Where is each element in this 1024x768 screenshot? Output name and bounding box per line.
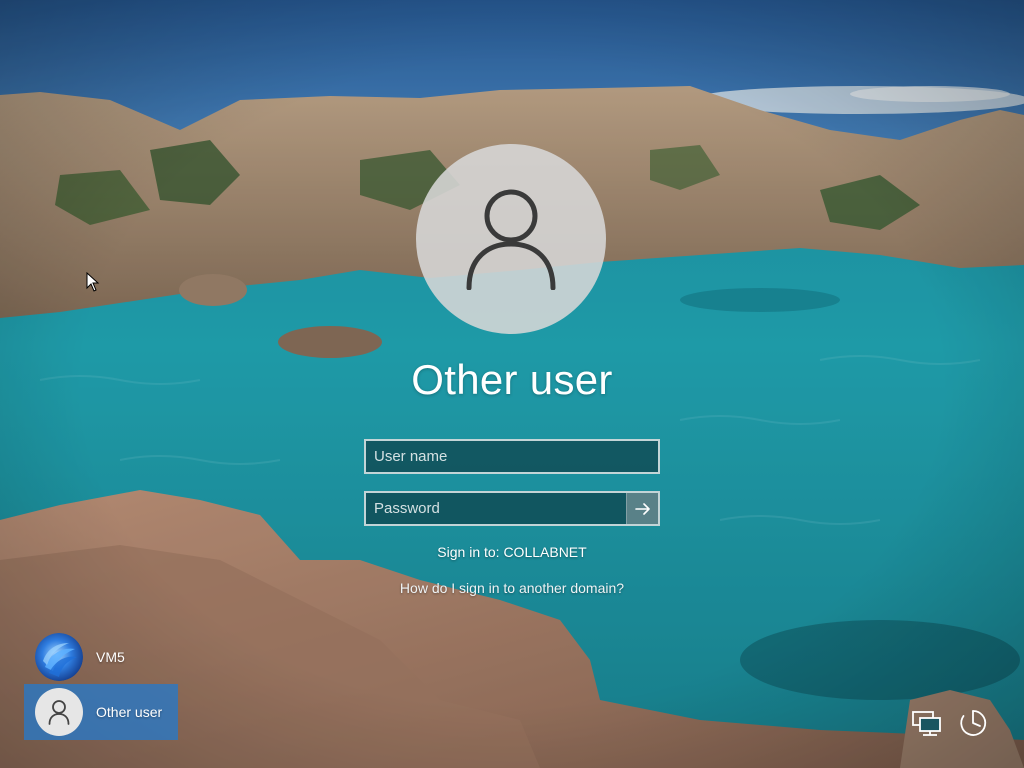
submit-button[interactable] [626,493,658,524]
mouse-pointer-icon [86,272,100,292]
user-icon [466,189,556,290]
arrow-right-icon [634,502,650,515]
sign-in-domain-text: Sign in to: COLLABNET [437,544,587,560]
network-button[interactable] [910,706,944,740]
account-name: Other user [96,704,163,720]
accessibility-icon [960,710,987,736]
network-icon [912,711,941,736]
user-avatar [416,144,606,334]
password-field[interactable] [364,491,660,526]
account-avatar [35,633,83,681]
other-domain-help-link[interactable]: How do I sign in to another domain? [312,580,712,596]
password-input[interactable] [366,493,626,524]
user-icon [48,700,70,725]
account-avatar [35,688,83,736]
windows-bloom-avatar-icon [35,633,83,681]
accessibility-button[interactable] [956,706,990,740]
username-input[interactable] [366,441,658,472]
account-name: VM5 [96,649,125,665]
account-vm5[interactable]: VM5 [24,629,178,685]
selected-user-name: Other user [411,356,613,403]
username-field[interactable] [364,439,660,474]
account-other-user[interactable]: Other user [24,684,178,740]
